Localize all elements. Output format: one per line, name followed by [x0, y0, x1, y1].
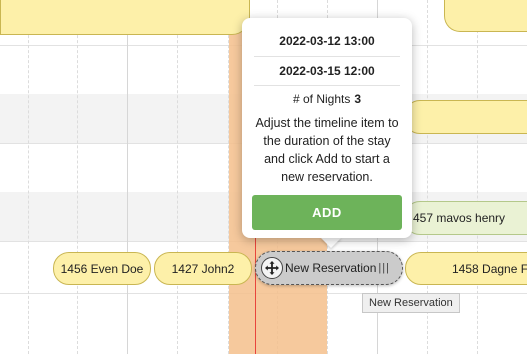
- popover-instructions: Adjust the timeline item to the duration…: [255, 116, 399, 184]
- grid-line: [77, 0, 78, 354]
- new-reservation-item[interactable]: New Reservation |||: [255, 251, 403, 285]
- reservation-bar-457[interactable]: 457 mavos henry: [404, 201, 527, 235]
- move-icon[interactable]: [261, 257, 283, 279]
- grid-line: [28, 0, 29, 354]
- reservation-timeline[interactable]: 457 mavos henry 1456 Even Doe 1427 John2…: [0, 0, 527, 354]
- reservation-bar-1458[interactable]: 1458 Dagne F: [405, 252, 527, 285]
- reservation-label: 1456 Even Doe: [60, 261, 144, 276]
- reservation-label: 457 mavos henry: [413, 211, 506, 225]
- new-reservation-label: New Reservation: [285, 261, 377, 275]
- nights-value: 3: [354, 92, 362, 106]
- reservation-label: 1458 Dagne F: [452, 261, 527, 276]
- grid-line: [177, 0, 178, 354]
- nights-label: # of Nights: [292, 92, 351, 106]
- reservation-bar-top-right[interactable]: [444, 0, 527, 32]
- reservation-bar-top-left[interactable]: [0, 0, 250, 35]
- add-button[interactable]: ADD: [252, 195, 402, 230]
- end-datetime: 2022-03-15 12:00: [279, 64, 375, 78]
- reservation-label: 1427 John2: [171, 261, 235, 276]
- popover-arrow: [320, 237, 342, 248]
- reservation-bar-1427[interactable]: 1427 John2: [154, 252, 252, 285]
- new-reservation-popover: 2022-03-12 13:00 2022-03-15 12:00 # of N…: [242, 18, 412, 238]
- nights-count: # of Nights 3: [252, 86, 402, 112]
- reservation-bar-right[interactable]: [404, 100, 527, 134]
- resize-handle[interactable]: |||: [378, 262, 390, 274]
- start-datetime: 2022-03-12 13:00: [279, 34, 375, 48]
- new-reservation-tooltip: New Reservation: [362, 293, 460, 313]
- grid-line: [127, 0, 128, 354]
- grid-line: [477, 0, 478, 354]
- reservation-bar-1456[interactable]: 1456 Even Doe: [53, 252, 151, 285]
